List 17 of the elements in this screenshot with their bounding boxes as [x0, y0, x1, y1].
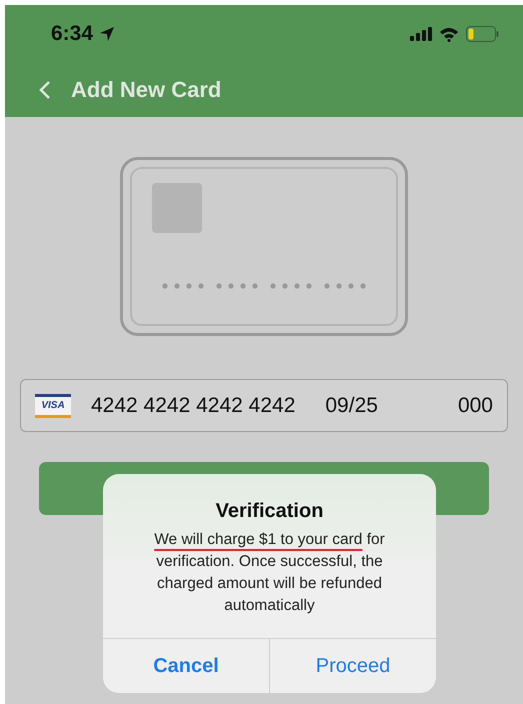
dialog-message: We will charge $1 to your card for verification. Once successful, the charged amount will be refunded automatically — [153, 530, 386, 616]
card-input-field[interactable]: VISA 4242 4242 4242 4242 09/25 000 — [20, 379, 508, 432]
card-expiry: 09/25 — [325, 394, 378, 418]
dialog-title: Verification — [216, 500, 324, 523]
card-chip — [152, 183, 202, 233]
proceed-button[interactable]: Proceed — [269, 639, 436, 693]
status-time: 6:34 — [51, 22, 94, 46]
card-number: 4242 4242 4242 4242 — [91, 394, 296, 418]
card-brand-logo: VISA — [35, 394, 71, 418]
battery-icon — [466, 26, 499, 42]
wifi-icon — [439, 26, 459, 42]
page-title: Add New Card — [71, 77, 222, 103]
signal-icon — [410, 27, 432, 41]
cancel-button[interactable]: Cancel — [103, 639, 269, 693]
card-cvc: 000 — [458, 394, 493, 418]
location-arrow-icon — [99, 26, 116, 42]
back-icon[interactable] — [39, 80, 51, 100]
